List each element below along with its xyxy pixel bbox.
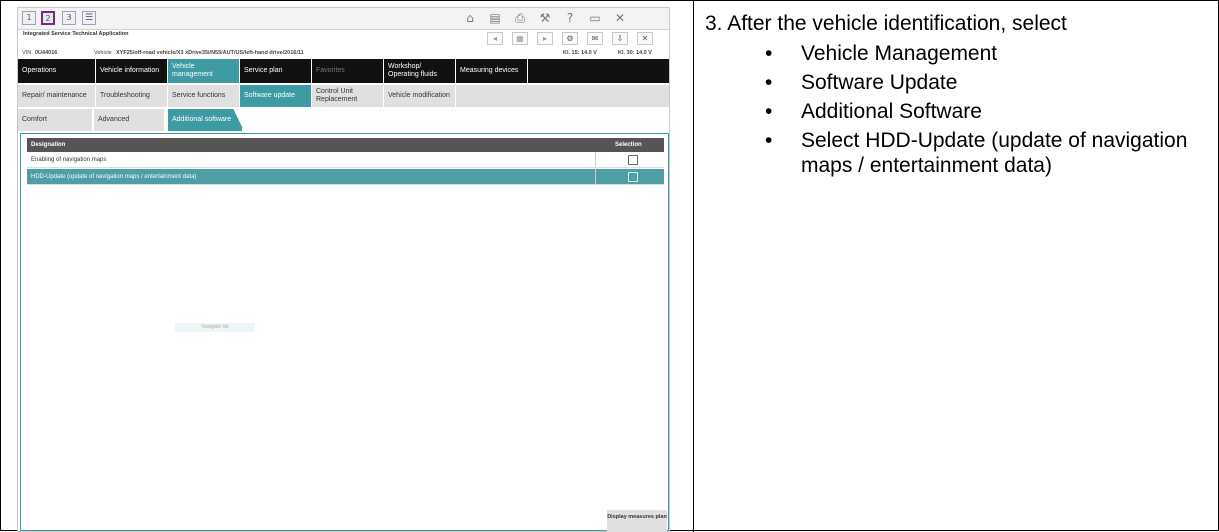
book2-icon: ▦ bbox=[512, 32, 528, 45]
vehicle-info-row: VIN 0U44016 Vehicle XYF25/off-road vehic… bbox=[18, 48, 669, 58]
vin-value: 0U44016 bbox=[35, 50, 58, 56]
ista-window: 1 2 3 ☰ ⌂ ▤ ⎙ ⚒ ? ▭ ✕ Integrated Service… bbox=[17, 7, 670, 532]
title-bar: 1 2 3 ☰ ⌂ ▤ ⎙ ⚒ ? ▭ ✕ bbox=[18, 8, 669, 30]
navigate-list-hint: Navigate list bbox=[175, 323, 255, 332]
document-table: 1 2 3 ☰ ⌂ ▤ ⎙ ⚒ ? ▭ ✕ Integrated Service… bbox=[0, 0, 1219, 532]
close2-icon[interactable]: ✕ bbox=[637, 32, 653, 45]
tab-favorites[interactable]: Favorites bbox=[312, 59, 384, 83]
home-icon[interactable]: ⌂ bbox=[462, 11, 478, 26]
tab-measuring-devices[interactable]: Measuring devices bbox=[456, 59, 528, 83]
book-icon[interactable]: ▤ bbox=[487, 11, 503, 26]
tab-advanced[interactable]: Advanced bbox=[94, 109, 166, 131]
list-item-text: Vehicle Management bbox=[801, 42, 998, 65]
kl30-voltage: Kl. 30: 14.0 V bbox=[618, 50, 652, 56]
wrench-icon[interactable]: ⚒ bbox=[537, 11, 553, 26]
main-tab-row: Operations Vehicle information Vehicle m… bbox=[18, 59, 669, 83]
tab-additional-software[interactable]: Additional software bbox=[168, 109, 244, 131]
list-item: • Additional Software bbox=[705, 99, 1210, 124]
tab-service-plan[interactable]: Service plan bbox=[240, 59, 312, 83]
list-item-text: Additional Software bbox=[801, 100, 982, 123]
list-icon[interactable]: ☰ bbox=[82, 11, 96, 25]
bullet-icon: • bbox=[765, 42, 773, 65]
workspace-tab-1[interactable]: 1 bbox=[22, 11, 36, 25]
tab-operations[interactable]: Operations bbox=[18, 59, 96, 83]
list-item-text: Select HDD-Update (update of navigation … bbox=[801, 129, 1188, 177]
tab-vehicle-modification[interactable]: Vehicle modification bbox=[384, 85, 456, 107]
selection-checkbox[interactable] bbox=[628, 155, 638, 165]
vehicle-value: XYF25/off-road vehicle/X3 xDrive35i/N55/… bbox=[116, 50, 304, 56]
bullet-icon: • bbox=[765, 100, 773, 123]
bullet-icon: • bbox=[765, 129, 773, 152]
list-item: • Vehicle Management bbox=[705, 41, 1210, 66]
back-icon[interactable]: ◂ bbox=[487, 32, 503, 45]
vehicle-label: Vehicle bbox=[94, 50, 112, 56]
row-label: HDD-Update (update of navigation maps / … bbox=[31, 174, 197, 180]
kl15-voltage: Kl. 15: 14.0 V bbox=[563, 50, 597, 56]
table-row[interactable]: Enabling of navigation maps bbox=[27, 152, 664, 168]
mail-icon[interactable]: ✉ bbox=[587, 32, 603, 45]
column-divider bbox=[595, 169, 596, 184]
display-measures-plan-button[interactable]: Display measures plan bbox=[607, 510, 667, 532]
tab-vehicle-management[interactable]: Vehicle management bbox=[168, 59, 240, 83]
minimize-icon[interactable]: ▭ bbox=[587, 11, 603, 26]
sub-tab-row: Repair/ maintenance Troubleshooting Serv… bbox=[18, 85, 669, 107]
content-panel: Designation Selection Enabling of naviga… bbox=[20, 133, 669, 532]
instruction-title: 3. After the vehicle identification, sel… bbox=[705, 12, 1067, 35]
col-designation: Designation bbox=[31, 142, 66, 148]
column-divider bbox=[595, 152, 596, 167]
selection-checkbox[interactable] bbox=[628, 172, 638, 182]
list-item: • Select HDD-Update (update of navigation… bbox=[705, 128, 1210, 178]
tab-repair-maintenance[interactable]: Repair/ maintenance bbox=[18, 85, 96, 107]
tab-workshop-fluids[interactable]: Workshop/ Operating fluids bbox=[384, 59, 456, 83]
close-icon[interactable]: ✕ bbox=[612, 11, 628, 26]
row-label: Enabling of navigation maps bbox=[31, 157, 107, 163]
app-title: Integrated Service Technical Application bbox=[23, 31, 129, 37]
download-icon[interactable]: ⇩ bbox=[612, 32, 628, 45]
table-header: Designation Selection bbox=[27, 138, 664, 152]
tab-service-functions[interactable]: Service functions bbox=[168, 85, 240, 107]
list-item-text: Software Update bbox=[801, 71, 958, 94]
col-selection: Selection bbox=[615, 142, 642, 148]
tab-vehicle-information[interactable]: Vehicle information bbox=[96, 59, 168, 83]
workspace-tab-2[interactable]: 2 bbox=[41, 11, 55, 25]
tab-troubleshooting[interactable]: Troubleshooting bbox=[96, 85, 168, 107]
third-tab-row: Comfort Advanced Additional software bbox=[18, 109, 669, 131]
bullet-icon: • bbox=[765, 71, 773, 94]
instruction-cell: 3. After the vehicle identification, sel… bbox=[695, 1, 1219, 532]
tab-software-update[interactable]: Software update bbox=[240, 85, 312, 107]
screenshot-cell: 1 2 3 ☰ ⌂ ▤ ⎙ ⚒ ? ▭ ✕ Integrated Service… bbox=[1, 1, 694, 532]
table-row-selected[interactable]: HDD-Update (update of navigation maps / … bbox=[27, 169, 664, 185]
gear-icon[interactable]: ⚙ bbox=[562, 32, 578, 45]
printer-icon[interactable]: ⎙ bbox=[512, 11, 528, 26]
vin-label: VIN bbox=[22, 50, 32, 56]
list-item: • Software Update bbox=[705, 70, 1210, 95]
workspace-tab-3[interactable]: 3 bbox=[62, 11, 76, 25]
tab-comfort[interactable]: Comfort bbox=[18, 109, 94, 131]
forward-icon[interactable]: ▸ bbox=[537, 32, 553, 45]
instruction-list: • Vehicle Management • Software Update • Ad… bbox=[705, 41, 1210, 178]
help-icon[interactable]: ? bbox=[562, 11, 578, 26]
tab-control-unit-replacement[interactable]: Control Unit Replacement bbox=[312, 85, 384, 107]
